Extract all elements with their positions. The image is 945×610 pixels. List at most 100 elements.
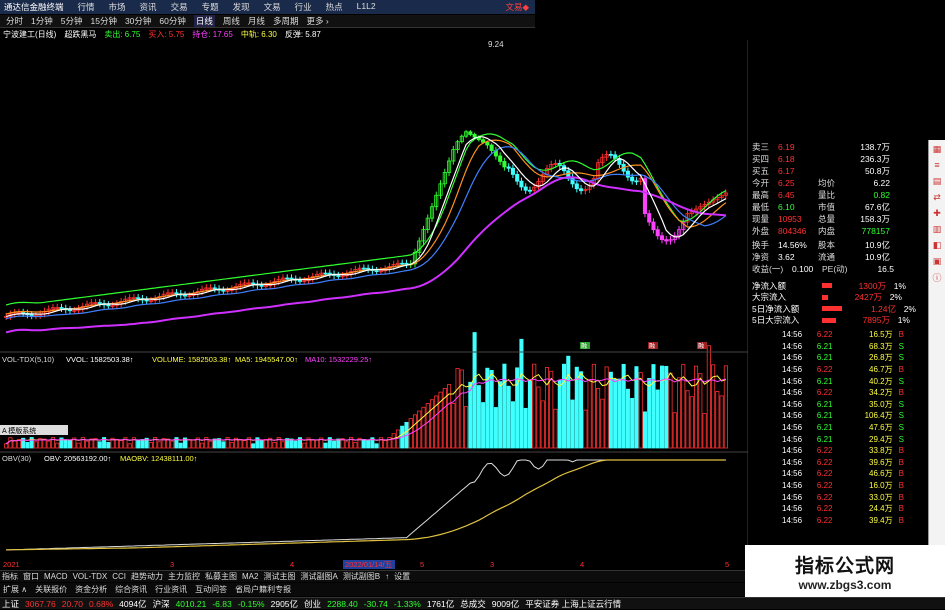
quote-label2: 总量 xyxy=(818,213,836,224)
volume-bar xyxy=(536,386,541,449)
side-toolbar[interactable]: ▦ ≡ ▤ ⇄ ✚ ▥ ◧ ▣ ⓘ xyxy=(928,140,945,565)
tick-volume: 29.4万 xyxy=(869,434,893,444)
extension-item-6[interactable]: 省局户籍利专报 xyxy=(235,584,291,595)
period-item-3[interactable]: 15分钟 xyxy=(90,15,116,27)
indicator-tab-7[interactable]: 私募主图 xyxy=(205,571,237,582)
kline-chart[interactable]: 7.006.506.005.505.004.504.003.509.24融融融4… xyxy=(0,40,748,570)
volume-bar xyxy=(314,439,320,449)
period-item-6[interactable]: 日线 xyxy=(193,15,215,27)
extension-bar: 扩展 ∧ 关联报价 资金分析 综合资讯 行业资讯 互动问答 省局户籍利专报 xyxy=(0,583,745,596)
indicator-tab-6[interactable]: 主力监控 xyxy=(168,571,200,582)
menu-item-3[interactable]: 交易 xyxy=(171,1,188,13)
menu-item-2[interactable]: 资讯 xyxy=(140,1,157,13)
grid-icon[interactable]: ▦ xyxy=(930,142,944,156)
extension-item-0[interactable]: 扩展 ∧ xyxy=(3,584,27,595)
extension-item-4[interactable]: 行业资讯 xyxy=(155,584,187,595)
menu-item-9[interactable]: L1L2 xyxy=(357,1,376,13)
brand-label[interactable]: 文易◆ xyxy=(505,1,529,13)
period-item-7[interactable]: 周线 xyxy=(223,15,240,27)
extension-item-3[interactable]: 综合资讯 xyxy=(115,584,147,595)
volume-bar xyxy=(4,443,9,449)
total-label: 总成交 xyxy=(460,598,486,609)
menu-item-1[interactable]: 市场 xyxy=(109,1,126,13)
fund-icon[interactable]: ◧ xyxy=(930,238,944,252)
indicator-tab-4[interactable]: CCI xyxy=(112,572,126,581)
candle xyxy=(174,292,179,295)
candle xyxy=(221,289,226,292)
flow-bar xyxy=(822,317,836,323)
volume-bar xyxy=(85,440,90,449)
tick-row: 14:56 6.22 33.0万 B xyxy=(782,491,922,503)
indicator-tab-3[interactable]: VOL-TDX xyxy=(73,572,108,581)
note-icon[interactable]: ▣ xyxy=(930,254,944,268)
indicator-tab-0[interactable]: 指标 xyxy=(2,571,18,582)
obv-header-item: MAOBV: 12438111.00↑ xyxy=(120,454,197,463)
quote-label: 换手 xyxy=(752,239,770,250)
tick-row: 14:56 6.22 16.5万 B xyxy=(782,329,922,341)
volume-bar xyxy=(429,399,435,449)
candle xyxy=(289,277,294,280)
volume-bar xyxy=(668,372,673,449)
flow-pct: 1% xyxy=(893,280,906,291)
menu-item-8[interactable]: 热点 xyxy=(326,1,343,13)
indicator-tab-12[interactable]: ↑ xyxy=(385,572,389,581)
tick-price: 6.22 xyxy=(816,330,833,340)
volume-bar xyxy=(455,368,460,449)
period-item-0[interactable]: 分时 xyxy=(6,15,23,27)
tick-volume: 33.8万 xyxy=(869,446,893,456)
menu-item-4[interactable]: 专题 xyxy=(202,1,219,13)
plus-icon[interactable]: ✚ xyxy=(930,206,944,220)
indicator-tab-1[interactable]: 窗口 xyxy=(23,571,39,582)
candle xyxy=(400,262,405,265)
indicator-tab-11[interactable]: 测试副图B xyxy=(343,571,380,582)
volume-bar xyxy=(451,402,456,449)
volume-bar xyxy=(694,365,699,449)
indicator-tab-9[interactable]: 测试主图 xyxy=(263,571,295,582)
template-label[interactable]: A 模版系统 xyxy=(2,426,36,435)
bar-icon[interactable]: ▥ xyxy=(930,222,944,236)
indicator-tab-8[interactable]: MA2 xyxy=(242,572,258,581)
volume-bar xyxy=(672,412,677,449)
period-item-9[interactable]: 多周期 xyxy=(273,15,299,27)
indicator-name[interactable]: 超跌黑马 xyxy=(64,29,96,40)
swap-icon[interactable]: ⇄ xyxy=(930,190,944,204)
indicator-tab-5[interactable]: 趋势动力 xyxy=(131,571,163,582)
period-item-8[interactable]: 月线 xyxy=(248,15,265,27)
indicator-tab-bar: 指标 窗口 MACD VOL-TDX CCI 趋势动力 主力监控 私募主图 MA2 测试主图 测试副… xyxy=(0,570,745,582)
tick-volume: 39.4万 xyxy=(869,515,893,525)
tick-time: 14:56 xyxy=(782,492,803,502)
cy-index-name[interactable]: 创业 xyxy=(304,598,321,610)
menu-item-0[interactable]: 行情 xyxy=(78,1,95,13)
extension-item-5[interactable]: 互动问答 xyxy=(195,584,227,595)
volume-bar xyxy=(106,442,111,449)
quote-value2: 67.6亿 xyxy=(864,201,890,212)
volume-header-item: VOLUME: 1582503.38↑ xyxy=(152,355,231,364)
indicator-tab-10[interactable]: 测试副图A xyxy=(300,571,337,582)
extension-item-1[interactable]: 关联报价 xyxy=(35,584,67,595)
candle xyxy=(59,307,64,309)
period-item-1[interactable]: 1分钟 xyxy=(31,15,53,27)
sz-index-name[interactable]: 沪深 xyxy=(153,598,170,610)
sh-index-name[interactable]: 上证 xyxy=(2,598,19,610)
period-item-2[interactable]: 5分钟 xyxy=(61,15,83,27)
period-item-5[interactable]: 60分钟 xyxy=(159,15,185,27)
quote-value2: 10.9亿 xyxy=(864,251,890,262)
volume-bar xyxy=(361,439,366,449)
status-bar: 上证 3067.76 20.70 0.68% 4094亿 沪深 4010.21 … xyxy=(0,597,945,609)
volume-bar xyxy=(596,388,601,449)
info-icon[interactable]: ⓘ xyxy=(930,270,944,284)
extension-item-2[interactable]: 资金分析 xyxy=(75,584,107,595)
ma-line xyxy=(5,139,727,315)
obv-header-item: OBV: 20563192.00↑ xyxy=(44,454,111,463)
indicator-tab-13[interactable]: 设置 xyxy=(394,571,410,582)
period-item-10[interactable]: 更多 › xyxy=(306,15,328,27)
menu-item-7[interactable]: 行业 xyxy=(295,1,312,13)
volume-bar xyxy=(540,400,545,449)
period-item-4[interactable]: 30分钟 xyxy=(125,15,151,27)
chart-icon[interactable]: ▤ xyxy=(930,174,944,188)
indicator-tab-2[interactable]: MACD xyxy=(44,572,68,581)
list-icon[interactable]: ≡ xyxy=(930,158,944,172)
menu-item-5[interactable]: 发现 xyxy=(233,1,250,13)
title-bar: 通达信金融终端 行情 市场 资讯 交易 专题 发现 文易 行业 热点 L1L2 文易◆ xyxy=(0,0,535,14)
menu-item-6[interactable]: 文易 xyxy=(264,1,281,13)
